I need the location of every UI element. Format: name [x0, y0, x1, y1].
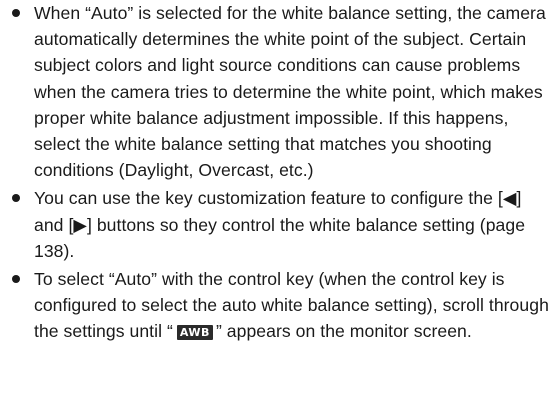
bullet-text-after-icon: ” appears on the monitor screen. — [215, 321, 472, 342]
manual-page: When “Auto” is selected for the white ba… — [0, 0, 555, 415]
bullet-item-control-key: To select “Auto” with the control key (w… — [0, 266, 555, 345]
bullet-text: You can use the key customization featur… — [34, 188, 526, 261]
bullet-item-auto-white-balance: When “Auto” is selected for the white ba… — [0, 0, 555, 183]
bullet-list: When “Auto” is selected for the white ba… — [0, 0, 555, 345]
bullet-dot-icon — [12, 275, 20, 284]
auto-white-balance-icon: AWB — [176, 325, 213, 341]
bullet-text: When “Auto” is selected for the white ba… — [34, 3, 546, 181]
bullet-dot-icon — [12, 9, 20, 17]
bullet-item-key-customization: You can use the key customization featur… — [0, 185, 555, 264]
bullet-dot-icon — [12, 194, 20, 203]
